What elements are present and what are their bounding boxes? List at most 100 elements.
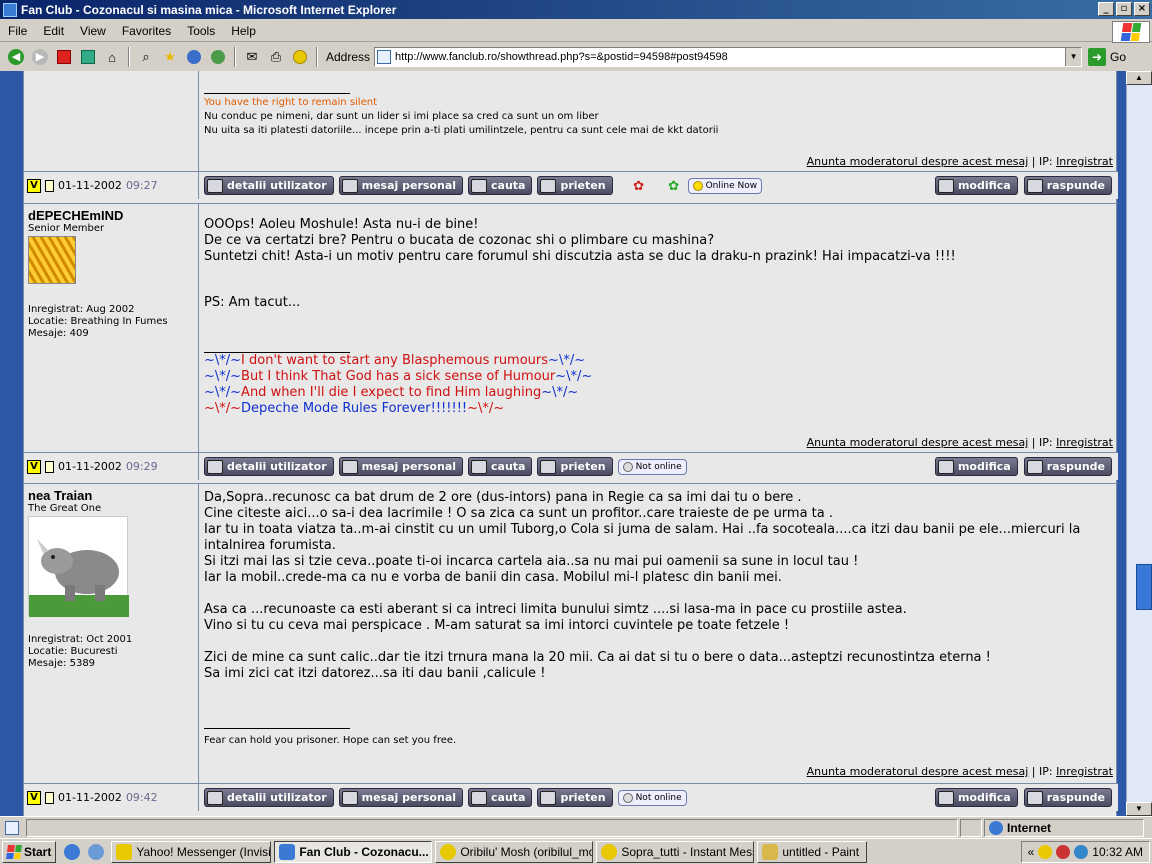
details-button[interactable]: detalii utilizator (204, 457, 334, 476)
icq-flower-icon[interactable]: ✿ (630, 177, 648, 195)
sig-line: ~\*/~I don't want to start any Blasphemo… (204, 353, 586, 368)
history-icon[interactable] (208, 47, 228, 67)
edit-button[interactable]: modifica (934, 788, 1018, 807)
sig-line: Nu conduc pe nimeni, dar sunt un lider s… (204, 111, 599, 122)
address-url[interactable]: http://www.fanclub.ro/showthread.php?s=&… (395, 51, 728, 63)
network-tray-icon[interactable] (1074, 845, 1089, 859)
report-line: Anunta moderatorul despre acest mesaj | … (807, 436, 1113, 449)
yahoo-tray-icon[interactable] (1038, 845, 1053, 859)
report-moderator-link[interactable]: Anunta moderatorul despre acest mesaj (807, 436, 1029, 449)
menu-help[interactable]: Help (223, 24, 264, 38)
tray-chevron-icon[interactable]: « (1028, 845, 1035, 859)
status-bar: Internet (0, 816, 1152, 838)
address-dropdown-icon[interactable]: ▼ (1065, 48, 1082, 66)
back-icon[interactable]: ◀ (6, 47, 26, 67)
pm-button[interactable]: mesaj personal (338, 457, 464, 476)
post-checkbox[interactable]: V (27, 790, 41, 805)
forward-icon[interactable]: ▶ (30, 47, 50, 67)
message-line: Cine citeste aici...o sa-i dea lacrimile… (204, 506, 834, 521)
task-sopra-tutti[interactable]: Sopra_tutti - Instant Mess... (596, 840, 755, 863)
taskbar: Start Yahoo! Messenger (Invisi... Fan Cl… (0, 838, 1152, 864)
refresh-icon[interactable] (78, 47, 98, 67)
post-toolbar: V 01-11-2002 09:42 detalii utilizator me… (24, 783, 1118, 811)
reply-button[interactable]: raspunde (1023, 788, 1112, 807)
message-line (204, 265, 1114, 281)
menu-view[interactable]: View (72, 24, 114, 38)
print-icon[interactable]: ⎙ (266, 47, 286, 67)
details-button[interactable]: detalii utilizator (204, 176, 334, 195)
task-fan-club[interactable]: Fan Club - Cozonacu... (274, 840, 433, 863)
message-line: OOOps! Aoleu Moshule! Asta nu-i de bine! (204, 217, 479, 232)
edit-button[interactable]: modifica (934, 457, 1018, 476)
post-previous: You have the right to remain silent Nu c… (24, 71, 1118, 171)
stop-icon[interactable] (54, 47, 74, 67)
details-button[interactable]: detalii utilizator (204, 788, 334, 807)
page-status-icon (2, 818, 22, 838)
minimize-button[interactable]: _ (1098, 2, 1114, 16)
friend-button[interactable]: prieten (537, 788, 613, 807)
task-oribilu-mosh[interactable]: Oribilu' Mosh (oribilul_mos... (435, 840, 594, 863)
friend-button[interactable]: prieten (537, 457, 613, 476)
menu-favorites[interactable]: Favorites (114, 24, 179, 38)
favorites-icon[interactable]: ★ (160, 47, 180, 67)
edit-button[interactable]: modifica (934, 176, 1018, 195)
ip-link[interactable]: Inregistrat (1056, 765, 1113, 778)
user-title: Senior Member (28, 223, 105, 234)
post-checkbox[interactable]: V (27, 459, 41, 474)
icq-add-icon[interactable]: ✿ (665, 177, 683, 195)
message-line: Iar tu in toata viatza ta..m-ai cinstit … (204, 522, 1081, 537)
address-input[interactable]: http://www.fanclub.ro/showthread.php?s=&… (374, 47, 1083, 67)
menu-file[interactable]: File (0, 24, 35, 38)
search-icon[interactable]: ⌕ (136, 47, 156, 67)
home-icon[interactable]: ⌂ (102, 47, 122, 67)
paint-icon (762, 843, 779, 860)
message-line: Zici de mine ca sunt calic..dar tie itzi… (204, 650, 991, 665)
menu-edit[interactable]: Edit (35, 24, 72, 38)
start-button[interactable]: Start (2, 840, 57, 863)
go-arrow-icon: ➜ (1088, 48, 1107, 66)
scroll-down-icon[interactable]: ▼ (1126, 802, 1152, 816)
messenger-icon[interactable] (290, 47, 310, 67)
report-moderator-link[interactable]: Anunta moderatorul despre acest mesaj (807, 765, 1029, 778)
user-info: Inregistrat: Aug 2002 Locatie: Breathing… (28, 304, 168, 339)
ip-link[interactable]: Inregistrat (1056, 155, 1113, 168)
edit-icon (937, 178, 954, 193)
edit-icon (937, 459, 954, 474)
restore-button[interactable]: ▫ (1116, 2, 1132, 16)
report-moderator-link[interactable]: Anunta moderatorul despre acest mesaj (807, 155, 1029, 168)
outlook-quicklaunch-icon[interactable] (86, 842, 106, 862)
media-icon[interactable] (184, 47, 204, 67)
scroll-thumb[interactable] (1136, 564, 1152, 610)
post-checkbox[interactable]: V (27, 178, 41, 193)
pm-button[interactable]: mesaj personal (338, 176, 464, 195)
mail-icon[interactable]: ✉ (242, 47, 262, 67)
scroll-up-icon[interactable]: ▲ (1126, 71, 1152, 85)
clock[interactable]: 10:32 AM (1092, 845, 1143, 859)
post-username[interactable]: dEPECHEmIND (28, 208, 194, 223)
ie-page-icon (279, 843, 296, 860)
pm-button[interactable]: mesaj personal (338, 788, 464, 807)
offline-icon (622, 461, 633, 472)
friend-button[interactable]: prieten (537, 176, 613, 195)
post-time: 09:42 (125, 791, 158, 804)
go-button[interactable]: ➜ Go (1088, 48, 1126, 66)
search-button[interactable]: cauta (468, 457, 533, 476)
smiley-icon (692, 180, 703, 191)
reply-button[interactable]: raspunde (1023, 457, 1112, 476)
ip-link[interactable]: Inregistrat (1056, 436, 1113, 449)
search-button[interactable]: cauta (468, 788, 533, 807)
search-button[interactable]: cauta (468, 176, 533, 195)
task-paint[interactable]: untitled - Paint (757, 840, 868, 863)
messenger-tray-icon[interactable] (1056, 845, 1071, 859)
menu-tools[interactable]: Tools (179, 24, 223, 38)
post-username[interactable]: nea Traian (28, 488, 194, 503)
ie-quicklaunch-icon[interactable] (62, 842, 82, 862)
buddy-icon (540, 459, 557, 474)
post-nea-traian: nea Traian The Great One Inregistrat: Oc… (24, 483, 1118, 783)
user-title: The Great One (28, 503, 102, 514)
task-yahoo-messenger[interactable]: Yahoo! Messenger (Invisi... (111, 840, 272, 863)
vertical-scrollbar[interactable]: ▲ ▼ (1126, 71, 1152, 816)
report-line: Anunta moderatorul despre acest mesaj | … (807, 765, 1113, 778)
close-button[interactable]: × (1134, 2, 1150, 16)
reply-button[interactable]: raspunde (1023, 176, 1112, 195)
